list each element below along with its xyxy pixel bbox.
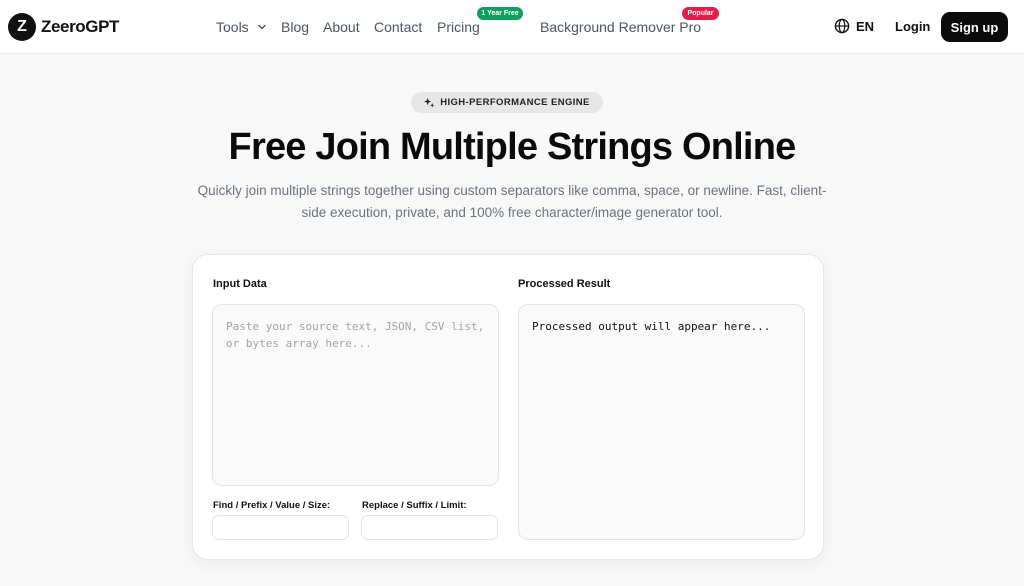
replace-input[interactable] bbox=[361, 515, 498, 540]
language-label: EN bbox=[856, 18, 875, 34]
input-data-textarea[interactable]: Paste your source text, JSON, CSV list, … bbox=[212, 304, 499, 486]
processed-result-output[interactable]: Processed output will appear here... bbox=[518, 304, 805, 540]
logo[interactable]: Z ZeeroGPT bbox=[8, 13, 119, 41]
logo-text: ZeeroGPT bbox=[41, 17, 120, 36]
nav-contact-link[interactable]: Contact bbox=[374, 18, 422, 36]
popular-badge: Popular bbox=[682, 7, 719, 20]
logo-icon: Z bbox=[8, 13, 36, 41]
tool-card: Input Data Processed Result Paste your s… bbox=[192, 254, 824, 560]
find-input[interactable] bbox=[212, 515, 349, 540]
nav-pricing-link[interactable]: Pricing bbox=[437, 18, 480, 36]
globe-icon bbox=[834, 18, 850, 34]
processed-result-label: Processed Result bbox=[518, 278, 611, 290]
sparkle-icon bbox=[424, 97, 435, 108]
nav-about-link[interactable]: About bbox=[323, 18, 360, 36]
language-selector[interactable]: EN bbox=[834, 18, 874, 34]
nav-background-remover-link[interactable]: Background Remover Pro bbox=[540, 18, 701, 36]
pricing-badge: 1 Year Free bbox=[477, 7, 523, 20]
top-navbar: Z ZeeroGPT Tools Blog About Contact Pric… bbox=[0, 0, 1024, 54]
login-link[interactable]: Login bbox=[895, 19, 930, 34]
signup-button[interactable]: Sign up bbox=[941, 12, 1008, 42]
engine-pill-label: HIGH-PERFORMANCE ENGINE bbox=[440, 97, 590, 108]
nav-blog-link[interactable]: Blog bbox=[281, 18, 309, 36]
chevron-down-icon bbox=[257, 24, 266, 30]
nav-tools-label: Tools bbox=[216, 19, 249, 35]
page-title: Free Join Multiple Strings Online bbox=[228, 126, 797, 168]
input-data-label: Input Data bbox=[213, 278, 267, 290]
nav-tools-dropdown[interactable]: Tools bbox=[216, 18, 267, 36]
engine-pill: HIGH-PERFORMANCE ENGINE bbox=[411, 92, 603, 113]
replace-field-label: Replace / Suffix / Limit: bbox=[362, 500, 467, 511]
find-field-label: Find / Prefix / Value / Size: bbox=[213, 500, 331, 511]
page-subtitle: Quickly join multiple strings together u… bbox=[197, 183, 827, 220]
